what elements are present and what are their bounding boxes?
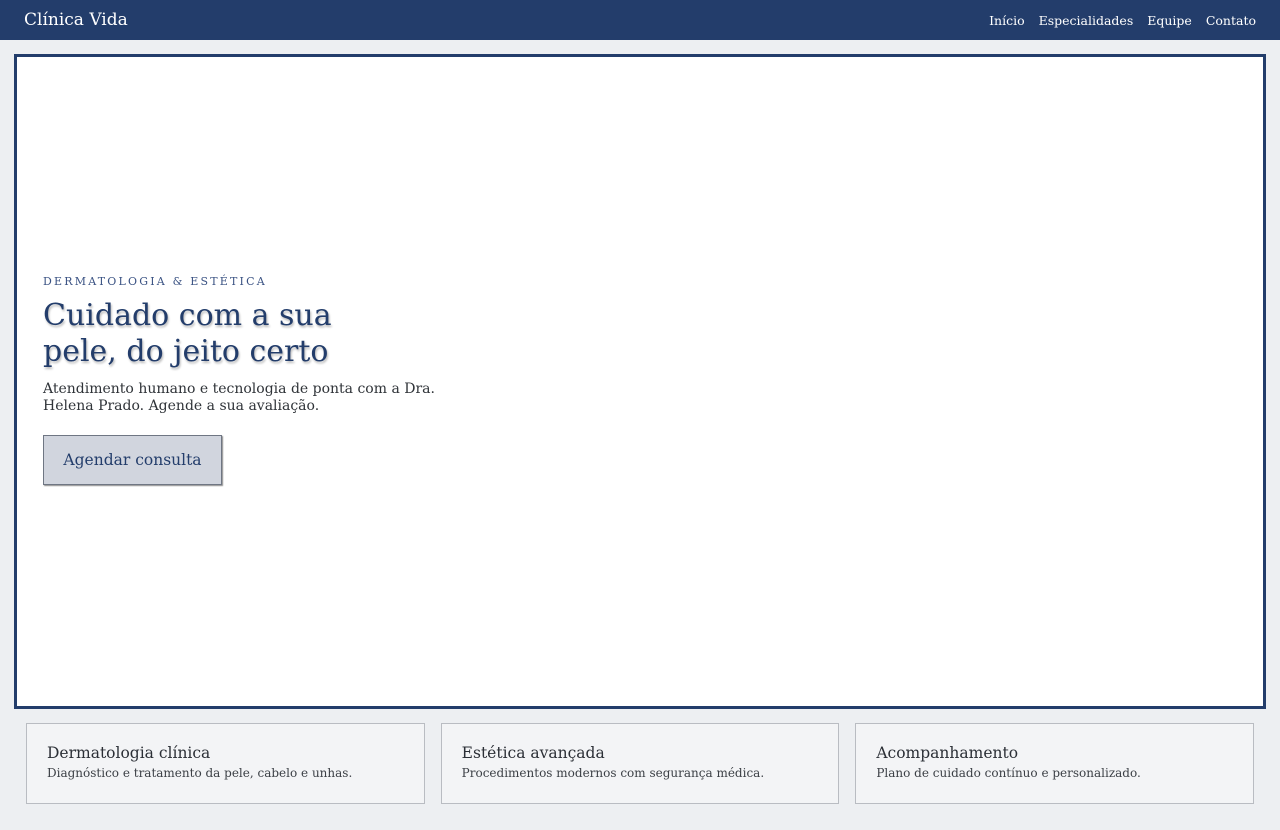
service-card-desc: Diagnóstico e tratamento da pele, cabelo…	[47, 766, 353, 780]
hero-content: DERMATOLOGIA & ESTÉTICA Cuidado com a su…	[43, 275, 483, 485]
service-card-title: Estética avançada	[461, 744, 605, 762]
schedule-appointment-button[interactable]: Agendar consulta	[43, 435, 222, 485]
hero-eyebrow: DERMATOLOGIA & ESTÉTICA	[43, 275, 267, 288]
services-list: Dermatologia clínica Diagnóstico e trata…	[26, 723, 1255, 804]
main-nav: Início Especialidades Equipe Contato	[989, 13, 1256, 28]
hero-lead-text: Atendimento humano e tecnologia de ponta…	[43, 381, 435, 414]
top-navbar: Clínica Vida Início Especialidades Equip…	[0, 0, 1280, 40]
service-card-title: Dermatologia clínica	[47, 744, 211, 762]
service-card: Dermatologia clínica Diagnóstico e trata…	[26, 723, 425, 804]
service-card-desc: Procedimentos modernos com segurança méd…	[461, 766, 765, 780]
service-card-title: Acompanhamento	[876, 744, 1019, 762]
service-card: Acompanhamento Plano de cuidado contínuo…	[855, 723, 1255, 804]
service-card: Estética avançada Procedimentos modernos…	[440, 723, 840, 804]
nav-link-equipe[interactable]: Equipe	[1147, 13, 1192, 28]
brand-logo-text[interactable]: Clínica Vida	[24, 10, 128, 30]
service-card-desc: Plano de cuidado contínuo e personalizad…	[876, 766, 1141, 780]
nav-link-contato[interactable]: Contato	[1206, 13, 1256, 28]
hero-headline: Cuidado com a sua pele, do jeito certo	[43, 298, 332, 369]
nav-link-inicio[interactable]: Início	[989, 13, 1025, 28]
nav-link-especialidades[interactable]: Especialidades	[1039, 13, 1134, 28]
hero-section: DERMATOLOGIA & ESTÉTICA Cuidado com a su…	[14, 54, 1266, 709]
